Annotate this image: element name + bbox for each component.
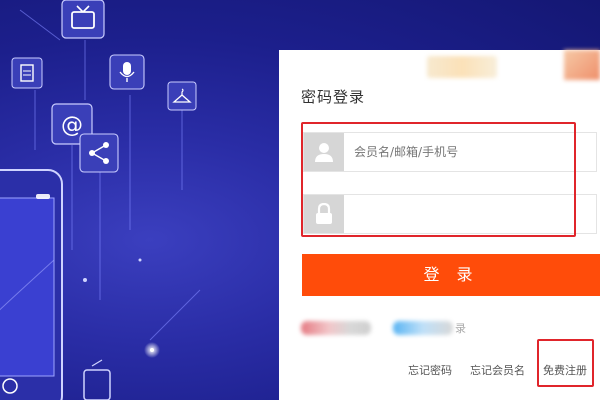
register-link[interactable]: 免费注册 — [543, 362, 587, 378]
hanger-icon — [167, 81, 197, 111]
username-field[interactable] — [303, 132, 597, 172]
share-icon — [79, 133, 119, 173]
username-input[interactable] — [354, 133, 584, 171]
blurred-social-login-2[interactable] — [393, 321, 453, 335]
svg-text:@: @ — [61, 113, 83, 138]
password-field[interactable] — [303, 194, 597, 234]
user-icon — [304, 133, 344, 171]
partial-text: 录 — [455, 322, 466, 335]
tv-icon — [61, 0, 105, 39]
login-panel: 密码登录 登 录 录 忘记密码 忘记会员名 免费注册 — [279, 50, 600, 400]
phone-illustration — [0, 169, 63, 400]
password-input[interactable] — [354, 195, 584, 233]
microphone-icon — [109, 54, 145, 90]
forgot-username-link[interactable]: 忘记会员名 — [470, 362, 525, 378]
blurred-banner — [427, 56, 497, 78]
login-title: 密码登录 — [301, 88, 366, 106]
device-icon — [83, 359, 111, 400]
lock-icon — [304, 195, 344, 233]
login-button[interactable]: 登 录 — [302, 254, 600, 296]
document-icon — [11, 57, 43, 89]
blurred-social-login-1[interactable] — [301, 321, 371, 335]
forgot-password-link[interactable]: 忘记密码 — [408, 362, 452, 378]
blurred-corner-icon[interactable] — [564, 50, 600, 80]
